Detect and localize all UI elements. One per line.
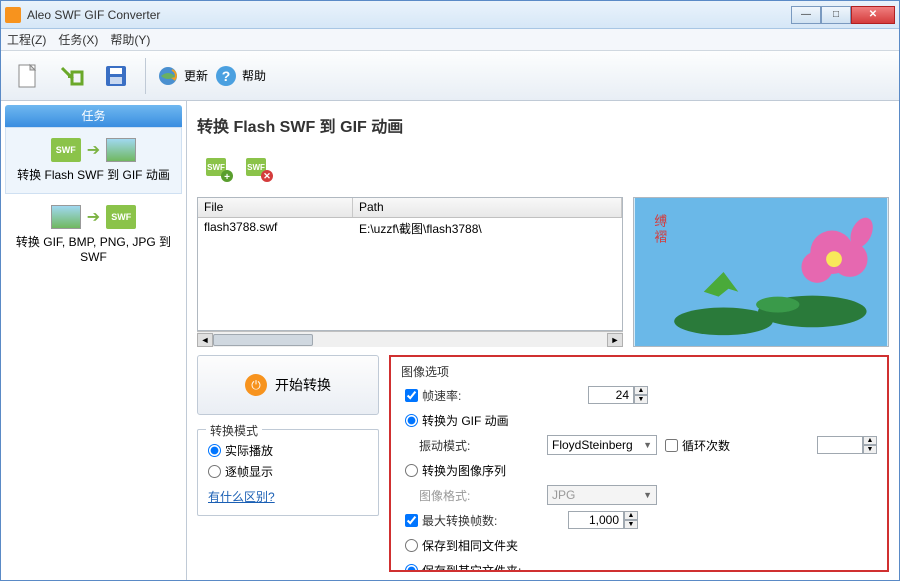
preview-pane: 缚 褶: [633, 197, 889, 347]
maximize-button[interactable]: □: [821, 6, 851, 24]
app-icon: [5, 7, 21, 23]
start-convert-button[interactable]: ⏻ 开始转换: [197, 355, 379, 415]
opts-title: 图像选项: [401, 363, 877, 380]
sidebar-header: 任务: [5, 105, 182, 127]
new-button[interactable]: [9, 57, 47, 95]
scroll-left-button[interactable]: ◄: [197, 333, 213, 347]
dither-select[interactable]: FloydSteinberg▼: [547, 435, 657, 455]
titlebar: Aleo SWF GIF Converter — □ ✕: [1, 1, 899, 29]
swf-icon: SWF: [51, 138, 81, 162]
file-table[interactable]: File Path flash3788.swf E:\uzzf\截图\flash…: [197, 197, 623, 331]
mode-frame-radio[interactable]: 逐帧显示: [208, 463, 368, 480]
save-button[interactable]: [97, 57, 135, 95]
svg-text:缚: 缚: [654, 214, 667, 229]
col-path[interactable]: Path: [353, 198, 622, 217]
maxframes-spinner[interactable]: ▲▼: [568, 511, 638, 529]
task-label: 转换 GIF, BMP, PNG, JPG 到 SWF: [8, 233, 179, 264]
mode-actual-radio[interactable]: 实际播放: [208, 442, 368, 459]
menu-task[interactable]: 任务(X): [58, 31, 98, 48]
sidebar: 任务 SWF ➔ 转换 Flash SWF 到 GIF 动画 ➔ SWF 转换 …: [1, 101, 187, 580]
arrow-icon: ➔: [87, 207, 100, 227]
mode-title: 转换模式: [206, 422, 262, 439]
swf-remove-icon: SWF✕: [244, 154, 274, 184]
svg-text:+: +: [224, 172, 230, 183]
chevron-down-icon: ▼: [643, 490, 652, 500]
file-icon: [14, 62, 42, 90]
help-button[interactable]: ? 帮助: [214, 64, 266, 88]
svg-text:?: ?: [222, 68, 231, 84]
swf-add-icon: SWF+: [204, 154, 234, 184]
chevron-down-icon: ▼: [643, 440, 652, 450]
add-file-button[interactable]: SWF+: [203, 153, 235, 185]
maxframes-check[interactable]: 最大转换帧数:: [405, 512, 542, 529]
swf-icon: SWF: [106, 205, 136, 229]
imgfmt-label: 图像格式:: [419, 487, 539, 504]
fps-check[interactable]: 帧速率:: [405, 387, 542, 404]
spin-down-icon[interactable]: ▼: [634, 395, 648, 404]
spin-down-icon[interactable]: ▼: [863, 445, 877, 454]
toolbar: 更新 ? 帮助: [1, 51, 899, 101]
svg-text:SWF: SWF: [207, 163, 225, 172]
page-title: 转换 Flash SWF 到 GIF 动画: [197, 113, 889, 137]
minimize-button[interactable]: —: [791, 6, 821, 24]
spin-up-icon[interactable]: ▲: [863, 436, 877, 445]
main-panel: 转换 Flash SWF 到 GIF 动画 SWF+ SWF✕ File Pat…: [187, 101, 899, 580]
spin-down-icon[interactable]: ▼: [624, 520, 638, 529]
save-other-radio[interactable]: 保存到其它文件夹:: [405, 562, 521, 573]
to-seq-radio[interactable]: 转换为图像序列: [405, 462, 506, 479]
menu-help[interactable]: 帮助(Y): [110, 31, 150, 48]
task-label: 转换 Flash SWF 到 GIF 动画: [8, 166, 179, 183]
fps-spinner[interactable]: ▲▼: [588, 386, 648, 404]
preview-image: 缚 褶: [634, 198, 888, 346]
col-file[interactable]: File: [198, 198, 353, 217]
arrow-icon: ➔: [87, 140, 100, 160]
svg-text:褶: 褶: [654, 229, 667, 244]
import-button[interactable]: [53, 57, 91, 95]
mode-diff-link[interactable]: 有什么区别?: [208, 488, 275, 505]
scroll-thumb[interactable]: [213, 334, 313, 346]
image-icon: [51, 205, 81, 229]
mode-group: 转换模式 实际播放 逐帧显示 有什么区别?: [197, 429, 379, 516]
globe-refresh-icon: [156, 64, 180, 88]
image-icon: [106, 138, 136, 162]
dither-label: 振动模式:: [419, 437, 539, 454]
window-title: Aleo SWF GIF Converter: [27, 8, 791, 22]
imgfmt-select: JPG▼: [547, 485, 657, 505]
task-img-to-swf[interactable]: ➔ SWF 转换 GIF, BMP, PNG, JPG 到 SWF: [5, 194, 182, 275]
svg-text:✕: ✕: [263, 171, 271, 181]
table-row[interactable]: flash3788.swf E:\uzzf\截图\flash3788\: [198, 218, 622, 238]
menubar: 工程(Z) 任务(X) 帮助(Y): [1, 29, 899, 51]
close-button[interactable]: ✕: [851, 6, 895, 24]
to-gif-radio[interactable]: 转换为 GIF 动画: [405, 412, 509, 429]
loop-check[interactable]: 循环次数: [665, 437, 730, 454]
question-icon: ?: [214, 64, 238, 88]
remove-file-button[interactable]: SWF✕: [243, 153, 275, 185]
h-scrollbar[interactable]: ◄ ►: [197, 331, 623, 347]
menu-project[interactable]: 工程(Z): [7, 31, 46, 48]
floppy-icon: [102, 62, 130, 90]
import-arrow-icon: [58, 62, 86, 90]
power-icon: ⏻: [245, 374, 267, 396]
refresh-button[interactable]: 更新: [156, 64, 208, 88]
image-options-panel: 图像选项 帧速率: ▲▼ 转换为 GIF 动画 振动模式:: [389, 355, 889, 572]
task-swf-to-gif[interactable]: SWF ➔ 转换 Flash SWF 到 GIF 动画: [5, 127, 182, 194]
spin-up-icon[interactable]: ▲: [634, 386, 648, 395]
loop-spinner[interactable]: ▲▼: [817, 436, 877, 454]
save-same-radio[interactable]: 保存到相同文件夹: [405, 537, 518, 554]
scroll-right-button[interactable]: ►: [607, 333, 623, 347]
spin-up-icon[interactable]: ▲: [624, 511, 638, 520]
